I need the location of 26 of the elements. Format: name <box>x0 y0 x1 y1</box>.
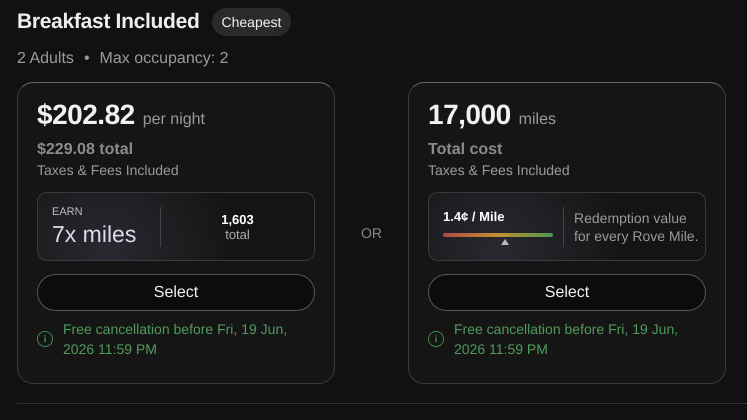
cancellation-note: Free cancellation before Fri, 19 Jun, 2026 11:59 PM <box>454 320 680 359</box>
fees-note: Taxes & Fees Included <box>428 162 571 178</box>
redemption-note: Redemption value for every Rove Mile. <box>573 208 700 244</box>
cancellation-note: Free cancellation before Fri, 19 Jun, 2026 11:59 PM <box>63 320 288 359</box>
earn-miles: 7x miles <box>52 220 138 248</box>
total-price: $229.08 total <box>37 141 134 159</box>
room-title: Breakfast Included <box>17 10 200 34</box>
fees-note: Taxes & Fees Included <box>37 162 180 178</box>
price-amount: $202.82 <box>37 99 135 131</box>
occupancy-text: Max occupancy: 2 <box>100 50 228 68</box>
earn-total: 1,603 <box>220 212 255 226</box>
select-button[interactable]: Select <box>37 274 315 311</box>
guests-text: 2 Adults <box>17 50 74 68</box>
cheapest-badge: Cheapest <box>212 8 292 36</box>
price-amount: 17,000 <box>428 99 511 131</box>
price-unit: per night <box>142 111 205 129</box>
total-price: Total cost <box>428 141 504 159</box>
or-divider: OR <box>360 225 383 241</box>
earn-label: EARN <box>52 206 84 218</box>
select-button[interactable]: Select <box>428 274 706 311</box>
price-unit: miles <box>518 111 556 129</box>
earn-total-label: total <box>224 226 251 242</box>
info-icon: i <box>37 331 53 347</box>
info-icon: i <box>428 331 444 347</box>
redemption-rate: 1.4¢ / Mile <box>443 208 506 224</box>
separator-dot: • <box>84 50 90 68</box>
